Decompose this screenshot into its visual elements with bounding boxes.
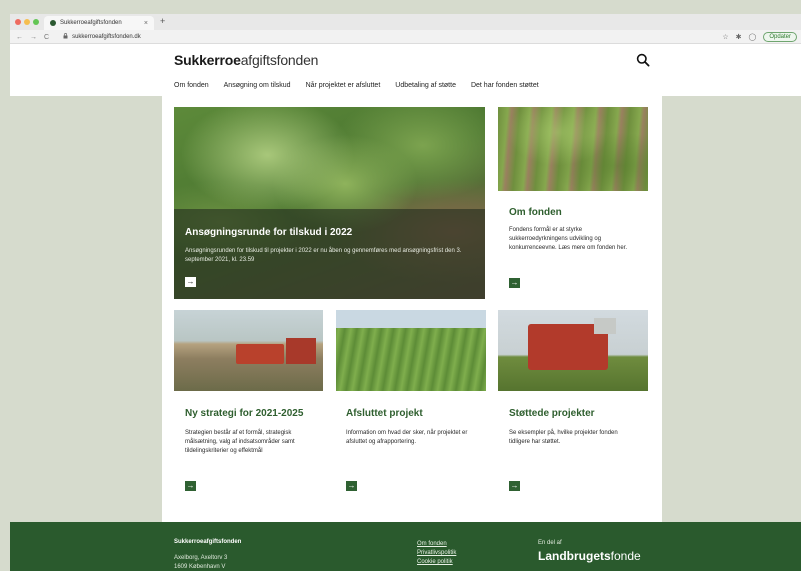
footer-address-line: Axelborg, Axeltorv 3 bbox=[174, 555, 228, 561]
om-fonden-image[interactable] bbox=[498, 107, 648, 191]
stottede-text: Se eksempler på, hvilke projekter fonden… bbox=[509, 430, 618, 445]
brand-bold: Landbrugets bbox=[538, 549, 611, 563]
favicon-icon bbox=[50, 20, 56, 26]
menu-item-stottet[interactable]: Det har fonden støttet bbox=[471, 82, 539, 89]
arrow-right-icon[interactable]: → bbox=[509, 278, 520, 288]
stottede-image[interactable] bbox=[498, 310, 648, 391]
om-fonden-title[interactable]: Om fonden bbox=[509, 207, 562, 218]
footer-link-cookie[interactable]: Cookie politik bbox=[417, 558, 456, 567]
star-icon[interactable]: ☆ bbox=[722, 33, 728, 41]
hero-title: Ansøgningsrunde for tilskud i 2022 bbox=[185, 227, 353, 238]
extension-icon[interactable]: ✱ bbox=[736, 33, 742, 41]
menu-item-udbetaling[interactable]: Udbetaling af støtte bbox=[395, 82, 456, 89]
browser-tab[interactable]: Sukkerroeafgiftsfonden × bbox=[44, 16, 154, 30]
afsluttet-text: Information om hvad der sker, når projek… bbox=[346, 430, 468, 445]
browser-chrome: Sukkerroeafgiftsfonden × + ← → C sukkerr… bbox=[10, 14, 801, 44]
hero-text: Ansøgningsrunden for tilskud til projekt… bbox=[185, 248, 462, 263]
logo-bold: Sukkerroe bbox=[174, 52, 241, 68]
trailer-shape bbox=[286, 338, 316, 364]
minimize-window-button[interactable] bbox=[24, 19, 30, 25]
menu-item-afsluttet[interactable]: Når projektet er afsluttet bbox=[306, 82, 381, 89]
maximize-window-button[interactable] bbox=[33, 19, 39, 25]
window-controls bbox=[15, 19, 39, 25]
hero-card[interactable]: Ansøgningsrunde for tilskud i 2022 Ansøg… bbox=[174, 107, 485, 299]
footer-link-privatlivspolitik[interactable]: Privatlivspolitik bbox=[417, 549, 456, 558]
url-field[interactable]: sukkerroeafgiftsfonden.dk bbox=[63, 33, 141, 41]
afsluttet-title[interactable]: Afsluttet projekt bbox=[346, 408, 423, 419]
site-footer bbox=[10, 522, 801, 571]
menu-item-ansogning[interactable]: Ansøgning om tilskud bbox=[224, 82, 291, 89]
arrow-right-icon[interactable]: → bbox=[346, 481, 357, 491]
footer-address-line: 1609 København V bbox=[174, 564, 226, 570]
tab-title: Sukkerroeafgiftsfonden bbox=[60, 20, 122, 26]
address-bar: ← → C sukkerroeafgiftsfonden.dk ☆ ✱ ◯ Op… bbox=[10, 30, 801, 44]
reload-button[interactable]: C bbox=[44, 34, 49, 41]
afsluttet-image[interactable] bbox=[336, 310, 486, 391]
profile-icon[interactable]: ◯ bbox=[748, 33, 756, 41]
stottede-title[interactable]: Støttede projekter bbox=[509, 408, 595, 419]
update-button[interactable]: Opdater bbox=[763, 32, 797, 42]
lock-icon bbox=[63, 33, 68, 41]
forward-button[interactable]: → bbox=[30, 34, 37, 41]
arrow-right-icon[interactable]: → bbox=[185, 277, 196, 287]
logo-rest: afgiftsfonden bbox=[240, 52, 319, 68]
tab-close-icon[interactable]: × bbox=[144, 20, 148, 27]
search-icon[interactable] bbox=[636, 53, 650, 67]
arrow-right-icon[interactable]: → bbox=[509, 481, 520, 491]
strategi-image[interactable] bbox=[174, 310, 323, 391]
footer-link-om-fonden[interactable]: Om fonden bbox=[417, 540, 456, 549]
brand-rest: fonde bbox=[610, 549, 641, 563]
back-button[interactable]: ← bbox=[16, 34, 23, 41]
footer-name: Sukkerroeafgiftsfonden bbox=[174, 539, 242, 545]
strategi-title[interactable]: Ny strategi for 2021-2025 bbox=[185, 408, 303, 419]
site-logo[interactable]: Sukkerroeafgiftsfonden bbox=[174, 52, 318, 68]
om-fonden-text: Fondens formål er at styrke sukkerroedyr… bbox=[509, 227, 628, 251]
harvester-cab-shape bbox=[594, 318, 616, 334]
close-window-button[interactable] bbox=[15, 19, 21, 25]
arrow-right-icon[interactable]: → bbox=[185, 481, 196, 491]
footer-links: Om fonden Privatlivspolitik Cookie polit… bbox=[417, 540, 456, 567]
new-tab-button[interactable]: + bbox=[160, 16, 165, 26]
tractor-shape bbox=[236, 344, 284, 364]
strategi-text: Strategien består af et formål, strategi… bbox=[185, 430, 295, 454]
landbrugets-fonde-logo[interactable]: Landbrugetsfonde bbox=[538, 549, 641, 563]
url-text: sukkerroeafgiftsfonden.dk bbox=[72, 34, 141, 40]
main-menu: Om fonden Ansøgning om tilskud Når proje… bbox=[174, 82, 539, 89]
tab-bar: Sukkerroeafgiftsfonden × + bbox=[10, 14, 801, 30]
footer-address: Axelborg, Axeltorv 3 1609 København V bbox=[174, 554, 227, 571]
footer-part-of: En del af bbox=[538, 540, 562, 546]
menu-item-om-fonden[interactable]: Om fonden bbox=[174, 82, 209, 89]
